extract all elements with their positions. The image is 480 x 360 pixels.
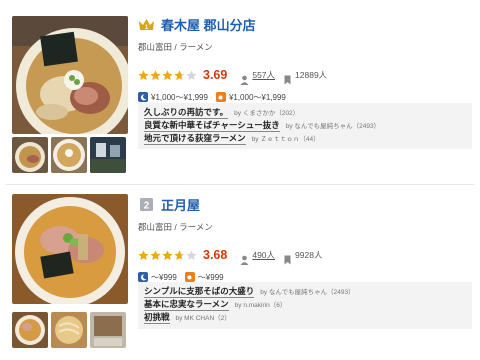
review-author[interactable]: by Ｚｅｔｔｏｎ（44） (252, 133, 320, 143)
photo-thumbnail[interactable] (12, 137, 48, 173)
rating-score: 3.69 (203, 68, 228, 82)
star-icon (138, 249, 149, 260)
photo-thumbnail[interactable] (12, 312, 48, 348)
rating-stars (138, 249, 197, 261)
review-title-link[interactable]: 良質な新中華そばチャーシュー抜き (144, 119, 280, 132)
review-snippets: 久しぶりの再訪です。 by くまさかか（202） 良質な新中華そばチャーシュー抜… (138, 103, 472, 149)
bookmark-count: 12889人 (295, 70, 328, 80)
dinner-price: ¥1,000～¥1,999 (151, 92, 208, 102)
area-genre: 郡山富田 / ラーメン (138, 222, 213, 232)
rating-stars (138, 69, 197, 81)
review-author[interactable]: by MK CHAN（2） (176, 312, 231, 322)
dinner-price-badge (138, 272, 148, 282)
star-icon (150, 249, 161, 260)
lunch-price-badge (184, 272, 195, 282)
restaurant-main-photo[interactable] (12, 194, 128, 304)
photo-thumbnails (12, 137, 126, 173)
review-author[interactable]: by なんでも屋純ちゃん（2493） (260, 286, 354, 296)
review-author[interactable]: by n.makirin（6） (235, 299, 287, 309)
svg-text:2: 2 (144, 200, 150, 211)
review-title-link[interactable]: 基本に忠実なラーメン (144, 298, 229, 311)
photo-thumbnail[interactable] (90, 312, 126, 348)
bookmark-icon (283, 70, 292, 85)
review-snippets: シンプルに支那そばの大盛り by なんでも屋純ちゃん（2493） 基本に忠実なラ… (138, 282, 472, 329)
star-icon (174, 69, 185, 80)
review-item: 初挑戦 by MK CHAN（2） (144, 311, 466, 324)
restaurant-info: 1 春木屋 郡山分店 郡山富田 / ラーメン 3.69 557人 12889人 … (138, 14, 472, 103)
lunch-price-badge (215, 92, 226, 102)
review-count-link[interactable]: 490人 (252, 249, 275, 261)
rating-score: 3.68 (203, 248, 228, 262)
crown-rank-1-icon: 1 (138, 17, 155, 32)
review-item: 良質な新中華そばチャーシュー抜き by なんでも屋純ちゃん（2493） (144, 119, 466, 132)
star-icon (186, 249, 197, 260)
person-icon (240, 250, 249, 265)
restaurant-entry: 2 正月屋 郡山富田 / ラーメン 3.68 490人 9928人 ～¥999 (0, 188, 480, 360)
review-item: シンプルに支那そばの大盛り by なんでも屋純ちゃん（2493） (144, 285, 466, 298)
restaurant-info: 2 正月屋 郡山富田 / ラーメン 3.68 490人 9928人 ～¥999 (138, 194, 472, 283)
review-item: 基本に忠実なラーメン by n.makirin（6） (144, 298, 466, 311)
photo-thumbnail[interactable] (51, 312, 87, 348)
entry-divider (6, 184, 474, 185)
bookmark-icon (283, 250, 292, 265)
person-icon (240, 70, 249, 85)
star-icon (162, 249, 173, 260)
lunch-price: ¥1,000～¥1,999 (228, 92, 286, 102)
review-count-link[interactable]: 557人 (252, 69, 275, 81)
restaurant-name-link[interactable]: 春木屋 郡山分店 (161, 15, 256, 34)
review-item: 地元で頂ける荻窪ラーメン by Ｚｅｔｔｏｎ（44） (144, 132, 466, 145)
review-title-link[interactable]: シンプルに支那そばの大盛り (144, 285, 255, 298)
star-icon (174, 249, 185, 260)
area-genre: 郡山富田 / ラーメン (138, 42, 213, 52)
dinner-price: ～¥999 (151, 272, 177, 282)
dinner-price-badge (138, 92, 148, 102)
review-item: 久しぶりの再訪です。 by くまさかか（202） (144, 106, 466, 119)
review-author[interactable]: by なんでも屋純ちゃん（2493） (286, 120, 380, 130)
bookmark-count: 9928人 (295, 250, 323, 260)
restaurant-main-photo[interactable] (12, 16, 128, 134)
review-title-link[interactable]: 久しぶりの再訪です。 (144, 106, 229, 119)
photo-thumbnail[interactable] (90, 137, 126, 173)
star-icon (138, 69, 149, 80)
star-icon (162, 69, 173, 80)
photo-thumbnail[interactable] (51, 137, 87, 173)
review-title-link[interactable]: 地元で頂ける荻窪ラーメン (144, 132, 246, 145)
photo-thumbnails (12, 312, 126, 348)
restaurant-name-link[interactable]: 正月屋 (161, 195, 200, 214)
rank-2-icon: 2 (138, 197, 155, 212)
review-title-link[interactable]: 初挑戦 (144, 311, 170, 324)
star-icon (186, 69, 197, 80)
star-icon (150, 69, 161, 80)
restaurant-entry: 1 春木屋 郡山分店 郡山富田 / ラーメン 3.69 557人 12889人 … (0, 0, 480, 180)
review-author[interactable]: by くまさかか（202） (234, 107, 299, 117)
lunch-price: ～¥999 (197, 272, 224, 282)
